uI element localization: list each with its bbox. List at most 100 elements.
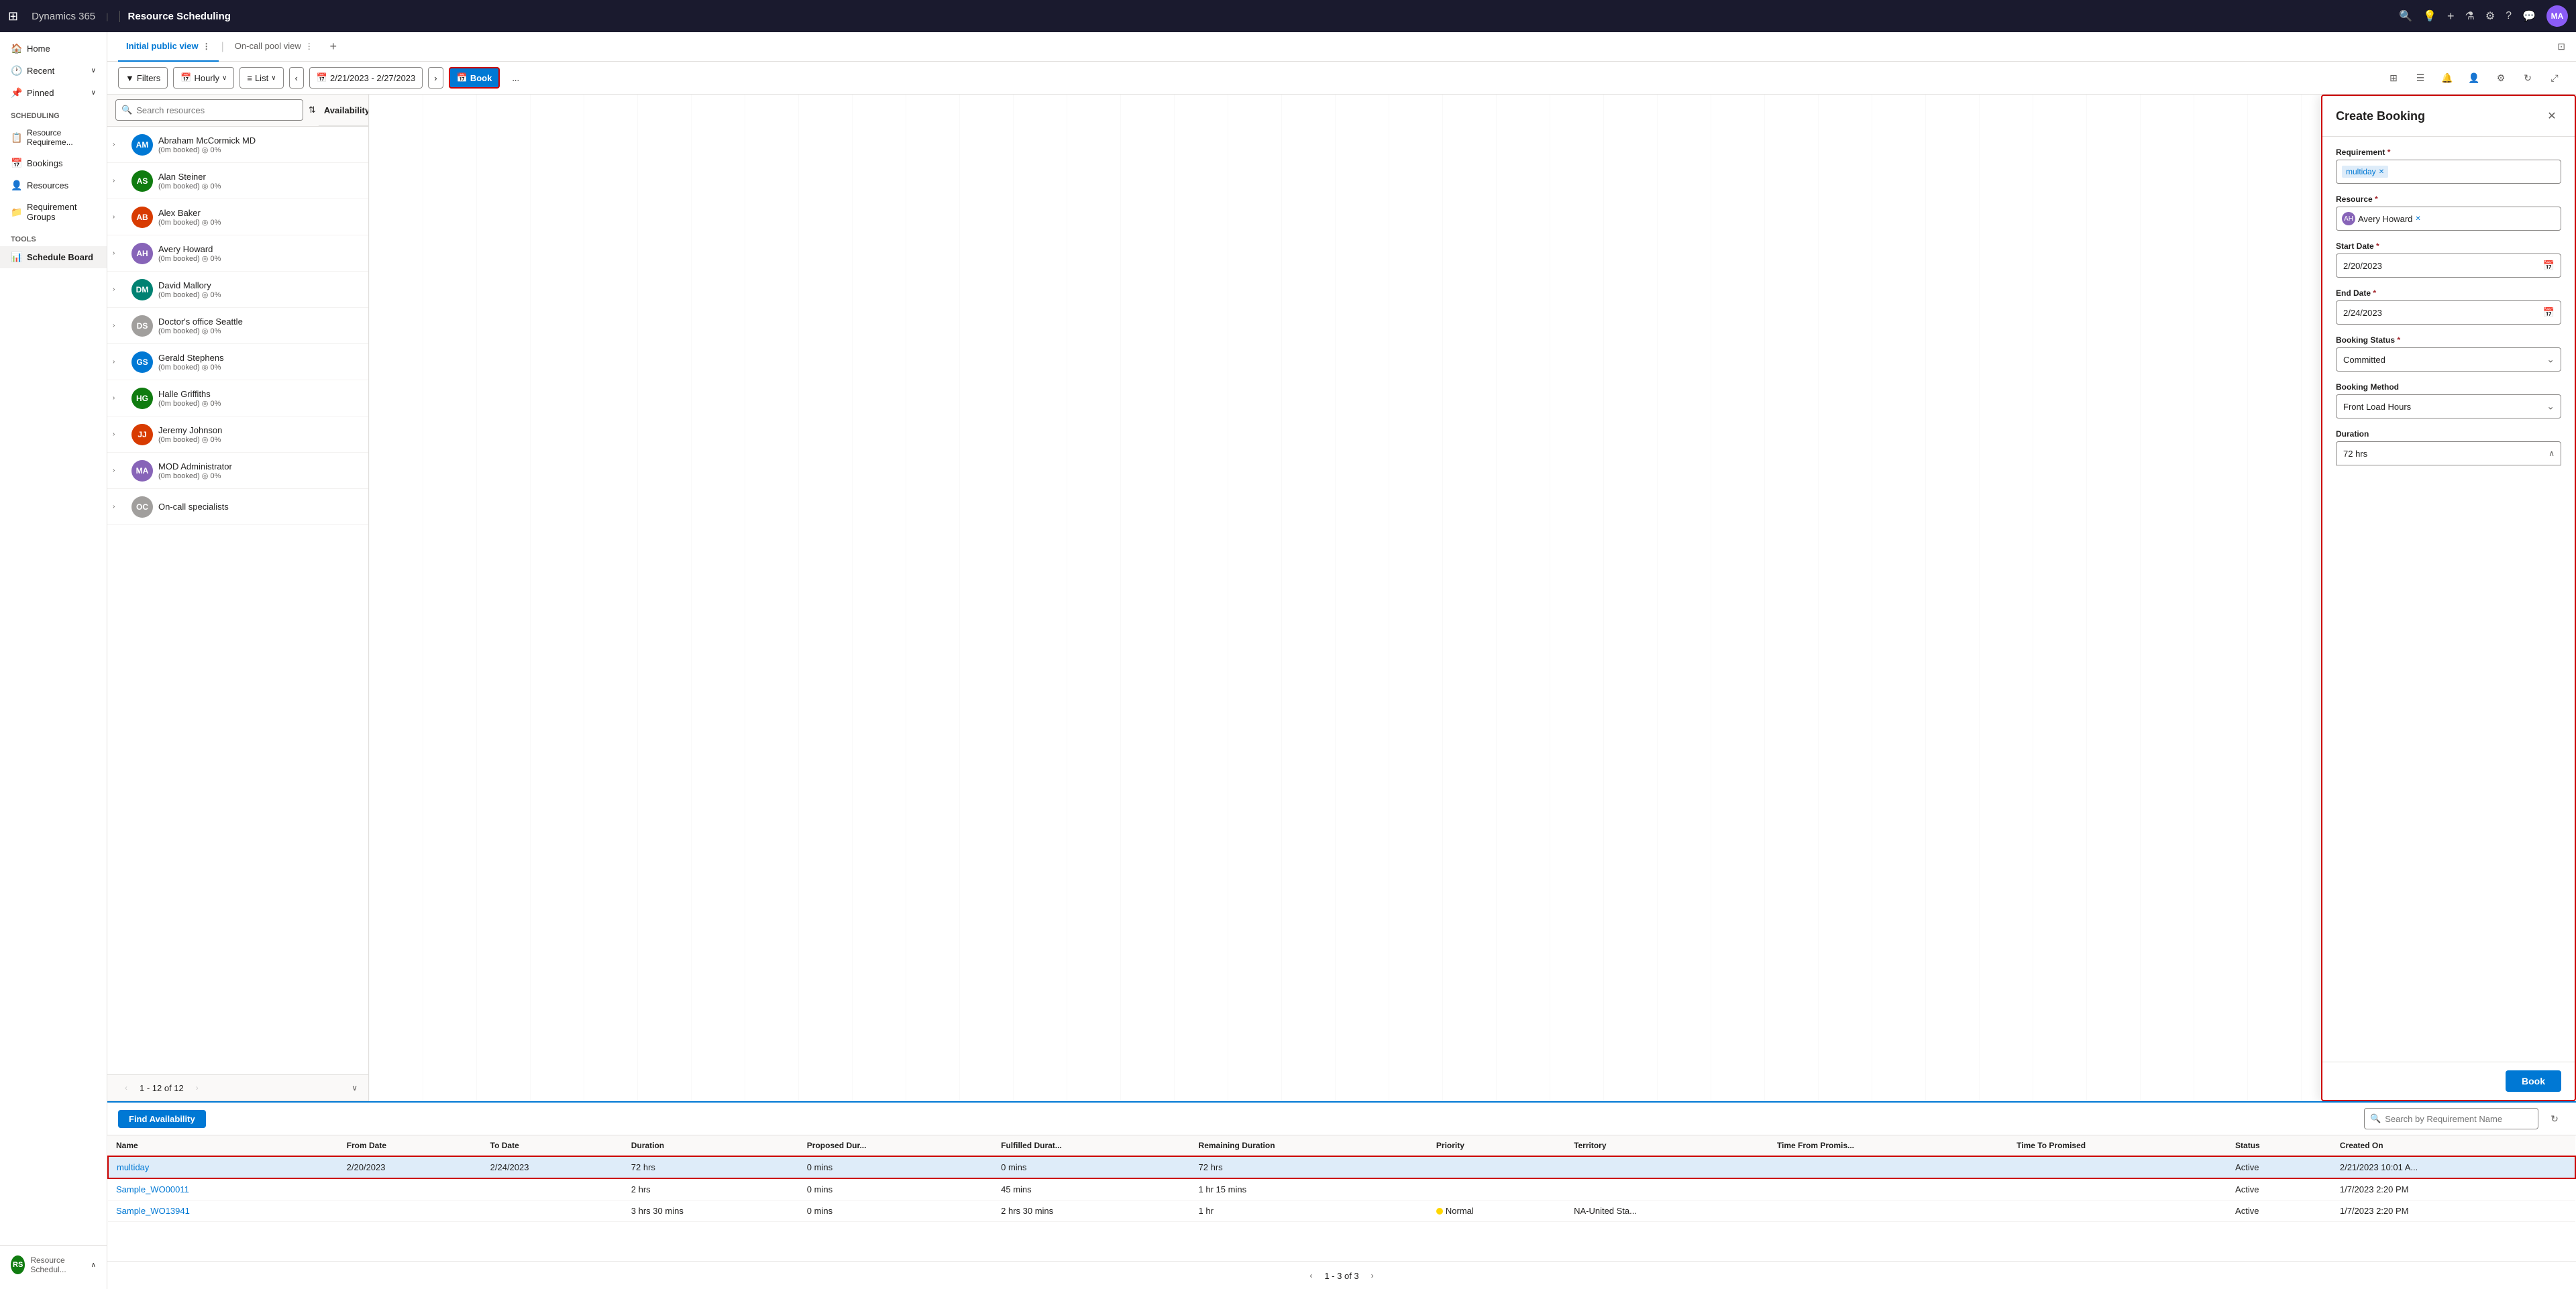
req-search-input[interactable] (2385, 1114, 2532, 1124)
toolbar-expand-icon[interactable]: ⤢ (2544, 67, 2565, 89)
tab-initial-public-view[interactable]: Initial public view ⋮ (118, 32, 219, 62)
list-view-button[interactable]: ≡ List ∨ (239, 67, 283, 89)
expand-icon[interactable]: › (113, 467, 126, 474)
waffle-icon[interactable]: ⊞ (8, 9, 18, 23)
table-row[interactable]: › OC On-call specialists (107, 489, 368, 525)
req-next-page-button[interactable]: › (1364, 1268, 1381, 1284)
requirement-tag-input[interactable]: multiday ✕ (2336, 160, 2561, 184)
next-date-button[interactable]: › (428, 67, 443, 89)
user-avatar[interactable]: MA (2546, 5, 2568, 27)
toolbar-notifications-icon[interactable]: 🔔 (2436, 67, 2458, 89)
expand-icon[interactable]: › (113, 177, 126, 184)
table-row[interactable]: › AS Alan Steiner (0m booked) ◎ 0% (107, 163, 368, 199)
table-row[interactable]: Sample_WO13941 3 hrs 30 mins 0 mins 2 hr… (108, 1200, 2575, 1222)
sidebar-footer-item[interactable]: RS Resource Schedul... ∧ (0, 1251, 107, 1278)
toolbar-person-icon[interactable]: 👤 (2463, 67, 2485, 89)
collapse-button[interactable]: ∨ (352, 1083, 358, 1092)
calendar-icon[interactable]: 📅 (2543, 260, 2555, 272)
tab-on-call-pool-view[interactable]: On-call pool view ⋮ (227, 32, 321, 62)
find-availability-button[interactable]: Find Availability (118, 1110, 206, 1128)
duration-input[interactable] (2336, 441, 2561, 465)
toolbar-list-icon[interactable]: ☰ (2410, 67, 2431, 89)
sort-icon[interactable]: ⇅ (309, 105, 316, 115)
th-time-from[interactable]: Time From Promis... (1769, 1135, 2008, 1156)
th-created-on[interactable]: Created On (2332, 1135, 2575, 1156)
th-remaining-dur[interactable]: Remaining Duration (1191, 1135, 1428, 1156)
req-name-link[interactable]: Sample_WO00011 (116, 1184, 189, 1194)
table-row[interactable]: Sample_WO00011 2 hrs 0 mins 45 mins 1 hr… (108, 1178, 2575, 1200)
expand-icon[interactable]: › (113, 394, 126, 402)
search-resources-box[interactable]: 🔍 (115, 99, 303, 121)
th-fulfilled-dur[interactable]: Fulfilled Durat... (993, 1135, 1190, 1156)
filter-icon[interactable]: ⚗ (2465, 9, 2474, 23)
th-priority[interactable]: Priority (1428, 1135, 1566, 1156)
settings-icon[interactable]: ⚙ (2485, 9, 2495, 23)
more-button[interactable]: ... (505, 67, 526, 89)
sidebar-item-pinned[interactable]: 📌 Pinned ∨ (0, 82, 107, 104)
book-submit-button[interactable]: Book (2506, 1070, 2561, 1092)
req-name-link[interactable]: Sample_WO13941 (116, 1206, 190, 1216)
table-row[interactable]: multiday 2/20/2023 2/24/2023 72 hrs 0 mi… (108, 1156, 2575, 1178)
next-page-button[interactable]: › (189, 1080, 205, 1096)
screen-icon[interactable]: ⊡ (2557, 41, 2565, 52)
sidebar-item-resource-requirements[interactable]: 📋 Resource Requireme... (0, 123, 107, 152)
th-status[interactable]: Status (2227, 1135, 2332, 1156)
expand-icon[interactable]: › (113, 141, 126, 148)
end-date-input[interactable] (2336, 300, 2561, 325)
chat-icon[interactable]: 💬 (2522, 9, 2536, 23)
th-name[interactable]: Name (108, 1135, 339, 1156)
search-resources-input[interactable] (136, 105, 297, 115)
expand-icon[interactable]: › (113, 358, 126, 366)
sidebar-item-requirement-groups[interactable]: 📁 Requirement Groups (0, 197, 107, 227)
req-search-box[interactable]: 🔍 (2364, 1108, 2538, 1129)
sidebar-item-schedule-board[interactable]: 📊 Schedule Board (0, 246, 107, 268)
booking-method-select[interactable]: Front Load Hours Evenly Distribute Hours… (2336, 394, 2561, 418)
cortana-icon[interactable]: 💡 (2423, 9, 2436, 23)
expand-icon[interactable]: › (113, 431, 126, 438)
prev-date-button[interactable]: ‹ (289, 67, 304, 89)
booking-panel-close-button[interactable]: ✕ (2542, 107, 2561, 125)
th-to-date[interactable]: To Date (482, 1135, 623, 1156)
hourly-view-button[interactable]: 📅 Hourly ∨ (173, 67, 234, 89)
table-row[interactable]: › DS Doctor's office Seattle (0m booked)… (107, 308, 368, 344)
th-proposed-dur[interactable]: Proposed Dur... (799, 1135, 993, 1156)
table-row[interactable]: › GS Gerald Stephens (0m booked) ◎ 0% (107, 344, 368, 380)
th-territory[interactable]: Territory (1566, 1135, 1769, 1156)
th-duration[interactable]: Duration (623, 1135, 799, 1156)
filters-button[interactable]: ▼ Filters (118, 67, 168, 89)
req-name-link[interactable]: multiday (117, 1162, 149, 1172)
add-tab-button[interactable]: + (324, 38, 343, 56)
prev-page-button[interactable]: ‹ (118, 1080, 134, 1096)
th-from-date[interactable]: From Date (339, 1135, 482, 1156)
toolbar-refresh-icon[interactable]: ↻ (2517, 67, 2538, 89)
requirement-tag-remove[interactable]: ✕ (2379, 168, 2384, 176)
help-icon[interactable]: ? (2506, 10, 2512, 22)
sidebar-item-home[interactable]: 🏠 Home (0, 38, 107, 60)
expand-icon[interactable]: › (113, 503, 126, 510)
tab-menu-icon[interactable]: ⋮ (203, 42, 211, 51)
sidebar-item-resources[interactable]: 👤 Resources (0, 174, 107, 197)
toolbar-settings-icon[interactable]: ⚙ (2490, 67, 2512, 89)
table-row[interactable]: › MA MOD Administrator (0m booked) ◎ 0% (107, 453, 368, 489)
add-icon[interactable]: + (2447, 9, 2455, 23)
date-range-button[interactable]: 📅 2/21/2023 - 2/27/2023 (309, 67, 423, 89)
tab-on-call-menu-icon[interactable]: ⋮ (305, 42, 313, 51)
calendar-icon[interactable]: 📅 (2543, 307, 2555, 319)
resource-tag-input[interactable]: AH Avery Howard ✕ (2336, 207, 2561, 231)
toolbar-layout-icon[interactable]: ⊞ (2383, 67, 2404, 89)
expand-icon[interactable]: › (113, 322, 126, 329)
book-button[interactable]: 📅 Book (449, 67, 500, 89)
expand-icon[interactable]: › (113, 286, 126, 293)
expand-icon[interactable]: › (113, 249, 126, 257)
table-row[interactable]: › DM David Mallory (0m booked) ◎ 0% (107, 272, 368, 308)
table-row[interactable]: › HG Halle Griffiths (0m booked) ◎ 0% (107, 380, 368, 416)
col-header-availability[interactable]: Availability ∨ (319, 105, 369, 115)
req-prev-page-button[interactable]: ‹ (1303, 1268, 1319, 1284)
th-time-to[interactable]: Time To Promised (2008, 1135, 2227, 1156)
booking-status-select[interactable]: Committed Tentative Canceled Hard Propos… (2336, 347, 2561, 372)
resource-tag-remove[interactable]: ✕ (2415, 215, 2420, 223)
start-date-input[interactable] (2336, 254, 2561, 278)
table-row[interactable]: › AH Avery Howard (0m booked) ◎ 0% (107, 235, 368, 272)
duration-expand-icon[interactable]: ∧ (2548, 449, 2555, 458)
sidebar-item-bookings[interactable]: 📅 Bookings (0, 152, 107, 174)
